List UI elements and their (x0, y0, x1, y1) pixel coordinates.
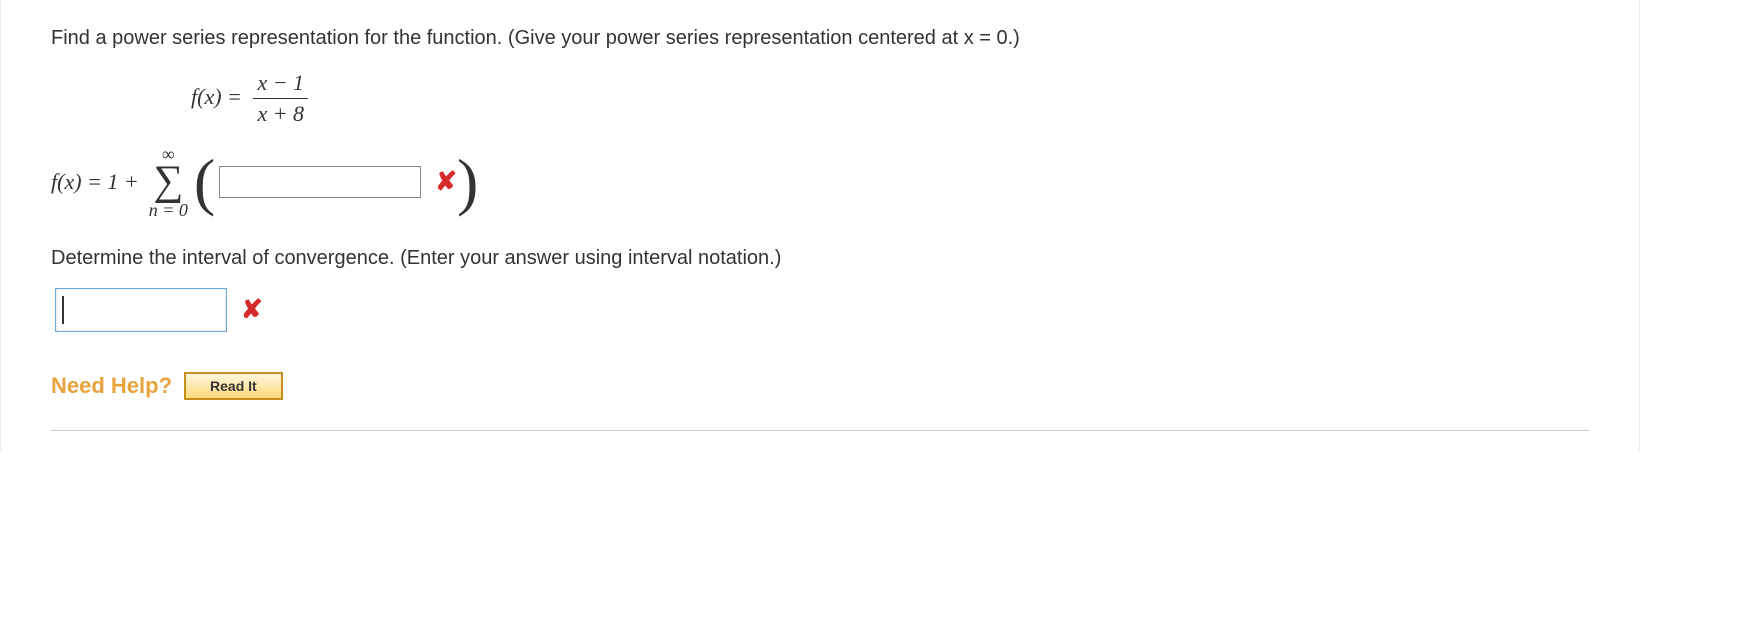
interval-answer-input[interactable] (55, 288, 227, 332)
prompt-text: Find a power series representation for t… (51, 27, 1020, 49)
series-lhs: f(x) = 1 + (51, 169, 139, 195)
need-help-label: Need Help? (51, 373, 172, 399)
wrong-icon: ✘ (241, 294, 263, 325)
sigma-lower: n = 0 (149, 201, 188, 219)
function-definition: f(x) = x − 1 x + 8 (191, 70, 1589, 127)
wrong-icon: ✘ (435, 166, 457, 197)
separator (51, 430, 1589, 431)
question-container: Find a power series representation for t… (0, 0, 1640, 451)
sigma-icon: ∑ (153, 163, 183, 201)
interval-prompt: Determine the interval of convergence. (… (51, 247, 1589, 270)
fraction-numerator: x − 1 (253, 70, 308, 99)
interval-row: ✘ (51, 288, 1589, 332)
function-lhs: f(x) = (191, 84, 242, 109)
text-cursor-icon (62, 296, 64, 324)
fraction-denominator: x + 8 (253, 99, 308, 127)
series-row: f(x) = 1 + ∞ ∑ n = 0 ( ✘ ) (51, 145, 1589, 219)
fraction: x − 1 x + 8 (253, 70, 308, 127)
interval-prompt-text: Determine the interval of convergence. (… (51, 247, 781, 269)
series-answer-input[interactable] (219, 166, 421, 198)
sigma-block: ∞ ∑ n = 0 (149, 145, 188, 219)
paren-close: ) (457, 156, 478, 207)
question-prompt: Find a power series representation for t… (51, 24, 1589, 52)
paren-open: ( (194, 156, 215, 207)
need-help-row: Need Help? Read It (51, 372, 1589, 400)
read-it-button[interactable]: Read It (184, 372, 283, 400)
